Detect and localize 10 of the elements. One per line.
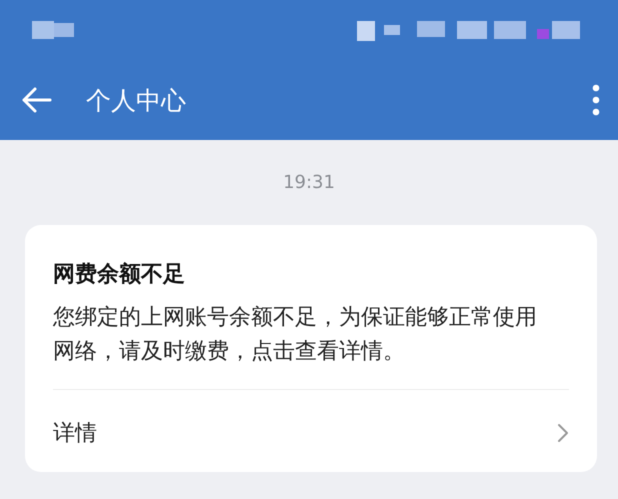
notice-message: 您绑定的上网账号余额不足，为保证能够正常使用网络，请及时缴费，点击查看详情。 xyxy=(53,304,538,366)
more-icon xyxy=(592,84,600,116)
more-button[interactable] xyxy=(592,84,600,116)
message-time: 19:31 xyxy=(283,172,335,193)
details-link[interactable]: 详情 xyxy=(53,390,569,476)
page-title: 个人中心 xyxy=(86,84,186,116)
back-arrow-icon xyxy=(20,86,52,114)
chevron-right-icon xyxy=(557,423,569,443)
back-button[interactable] xyxy=(20,86,52,114)
notice-title: 网费余额不足 xyxy=(53,261,186,289)
